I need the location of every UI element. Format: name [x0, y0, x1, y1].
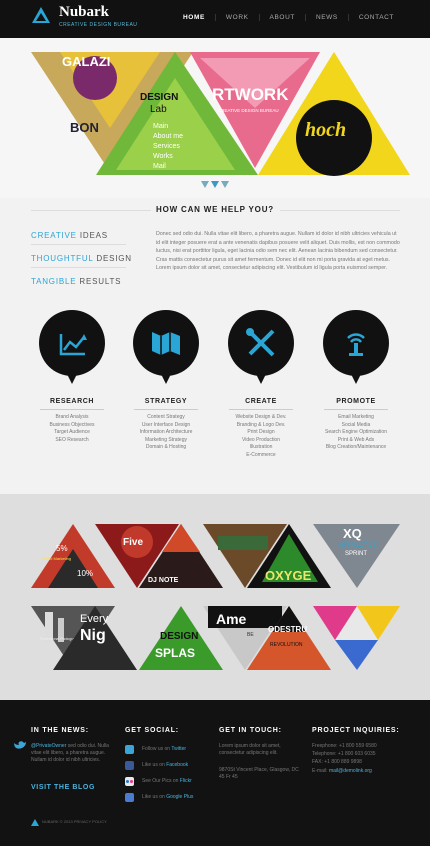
create-list: Website Design & Dev. Branding & Logo De… [235, 414, 287, 458]
hero-text-galazi: GALAZI [62, 54, 110, 69]
hero-text-design: DESIGN [140, 92, 178, 103]
map-icon [152, 332, 180, 355]
broadcast-tower-icon [347, 333, 365, 356]
svg-text:Nig: Nig [80, 627, 106, 644]
email-link[interactable]: mail@demolink.org [329, 768, 372, 774]
svg-text:SPRINT: SPRINT [345, 551, 367, 557]
nav-work[interactable]: WORK [214, 14, 259, 21]
create-bubble[interactable] [228, 310, 294, 376]
hero-slider[interactable]: GALAZI BON DESIGN Lab Main About me Serv… [0, 38, 430, 198]
social-twitter[interactable]: Follow us on Twitter [125, 744, 186, 754]
hero-text-artwork: RTWORK [212, 85, 289, 104]
promote-bubble[interactable] [323, 310, 389, 376]
header: Nubark CREATIVE DESIGN BUREAU HOME WORK … [0, 0, 430, 38]
brand-name: Nubark [59, 4, 110, 20]
hero-triangles: GALAZI BON DESIGN Lab Main About me Serv… [31, 52, 410, 176]
slider-dot-3[interactable] [221, 181, 229, 188]
idea-thoughtful: THOUGHTFUL DESIGN [31, 254, 132, 263]
nav-about[interactable]: ABOUT [258, 14, 305, 21]
svg-text:Ame: Ame [216, 611, 247, 627]
svg-text:Every: Every [80, 613, 109, 625]
logo-triangle-icon [32, 7, 50, 23]
svg-text:REVOLUTION: REVOLUTION [270, 642, 303, 648]
promote-list: Email Marketing Social Media Search Engi… [325, 414, 387, 451]
strategy-title: STRATEGY [144, 398, 188, 405]
hero-text-works: Works [153, 153, 173, 160]
news-handle-link[interactable]: @PrivateOwner [31, 743, 66, 749]
visit-blog-link[interactable]: VISIT THE BLOG [31, 784, 95, 791]
svg-text:BE: BE [247, 632, 254, 638]
nav-home[interactable]: HOME [173, 14, 215, 21]
hero-text-hoch: hoch [305, 119, 346, 141]
svg-text:INTERACTIVE: INTERACTIVE [337, 543, 377, 549]
idea-tangible: TANGIBLE RESULTS [31, 277, 122, 286]
copyright[interactable]: NUBARK © 2013 PRIVACY POLICY [42, 819, 107, 824]
project-heading: PROJECT INQUIRIES: [312, 727, 400, 734]
promote-title: PROMOTE [336, 398, 376, 405]
slider-pager[interactable] [201, 181, 229, 188]
svg-text:DJ NOTE: DJ NOTE [148, 577, 179, 584]
hero-text-main: Main [153, 123, 168, 130]
portfolio-triangles: 5% Direct Marketing 10% Five DJ NOTE OXY… [31, 524, 400, 670]
idea-creative: CREATIVE IDEAS [31, 231, 108, 240]
logo[interactable]: Nubark CREATIVE DESIGN BUREAU [31, 4, 137, 28]
hero-text-mail: Mail [153, 163, 166, 170]
address-text: 9870St Vincent Place, Glasgow, DC 45 Fr … [219, 767, 299, 780]
svg-text:10%: 10% [77, 569, 93, 578]
email-line: E-mail: mail@demolink.org [312, 767, 372, 774]
hero-text-bon: BON [70, 120, 99, 135]
project-contacts: Freephone: +1 800 559 6580 Telephone: +1… [312, 742, 412, 775]
design-tools-icon [246, 328, 275, 357]
flickr-icon [125, 776, 134, 786]
social-facebook[interactable]: Like us on Facebook [125, 760, 188, 770]
social-google-plus[interactable]: Like us on Google Plus [125, 792, 193, 802]
svg-text:5%: 5% [56, 544, 68, 553]
research-list: Brand Analysis Business Objectives Targe… [49, 414, 95, 443]
telephone: Telephone: +1 800 603 6035 [312, 751, 376, 758]
help-body: Donec sed odio dui. Nulla vitae elit lib… [156, 231, 400, 271]
svg-text:Five: Five [123, 537, 143, 548]
research-title: RESEARCH [49, 398, 95, 405]
twitter-bird-icon [14, 741, 26, 749]
google-plus-icon [125, 792, 134, 802]
freephone: Freephone: +1 800 559 6580 [312, 743, 377, 749]
touch-text: Lorem ipsum dolor sit amet, consectetur … [219, 743, 281, 756]
slider-dot-1[interactable] [201, 181, 209, 188]
ideas-list: CREATIVE IDEAS THOUGHTFUL DESIGN TANGIBL… [31, 231, 132, 295]
nav-news[interactable]: NEWS [304, 14, 348, 21]
help-heading: HOW CAN WE HELP YOU? [156, 205, 274, 214]
hero-text-services: Services [153, 143, 180, 150]
footer-logo-icon [31, 819, 39, 826]
research-bubble[interactable] [39, 310, 105, 376]
nav-contact[interactable]: CONTACT [347, 14, 404, 21]
svg-text:DESIGN: DESIGN [160, 631, 198, 642]
svg-text:OXYGE: OXYGE [265, 568, 312, 583]
news-heading: IN THE NEWS: [31, 727, 89, 734]
hero-text-lab: Lab [150, 104, 167, 115]
main-nav: HOME WORK ABOUT NEWS CONTACT [173, 14, 404, 21]
portfolio-grid: 5% Direct Marketing 10% Five DJ NOTE OXY… [0, 494, 430, 700]
chart-line-icon [59, 334, 87, 356]
news-text: @PrivateOwner sed odio dui. Nulla vitae … [31, 743, 109, 763]
svg-text:SPLAS: SPLAS [155, 646, 195, 660]
facebook-icon [125, 760, 134, 770]
svg-text:XQ: XQ [343, 526, 362, 541]
page: Nubark CREATIVE DESIGN BUREAU HOME WORK … [0, 0, 430, 846]
twitter-icon [125, 744, 134, 754]
create-title: CREATE [245, 398, 277, 405]
brand-tagline: CREATIVE DESIGN BUREAU [59, 22, 138, 28]
strategy-list: Content Strategy User Interface Design I… [139, 414, 193, 451]
slider-dot-2[interactable] [211, 181, 219, 188]
svg-text:Direct Marketing: Direct Marketing [42, 556, 71, 561]
svg-text:ODESTRU: ODESTRU [268, 625, 307, 634]
hero-text-about: About me [153, 133, 183, 140]
strategy-bubble[interactable] [133, 310, 199, 376]
social-heading: GET SOCIAL: [125, 727, 179, 734]
hero-text-bureau: CREATIVE DESIGN BUREAU [218, 108, 279, 113]
touch-heading: GET IN TOUCH: [219, 727, 282, 734]
fax: FAX: +1 800 889 9898 [312, 759, 362, 766]
social-flickr[interactable]: See Our Pics on Flickr [125, 776, 192, 786]
